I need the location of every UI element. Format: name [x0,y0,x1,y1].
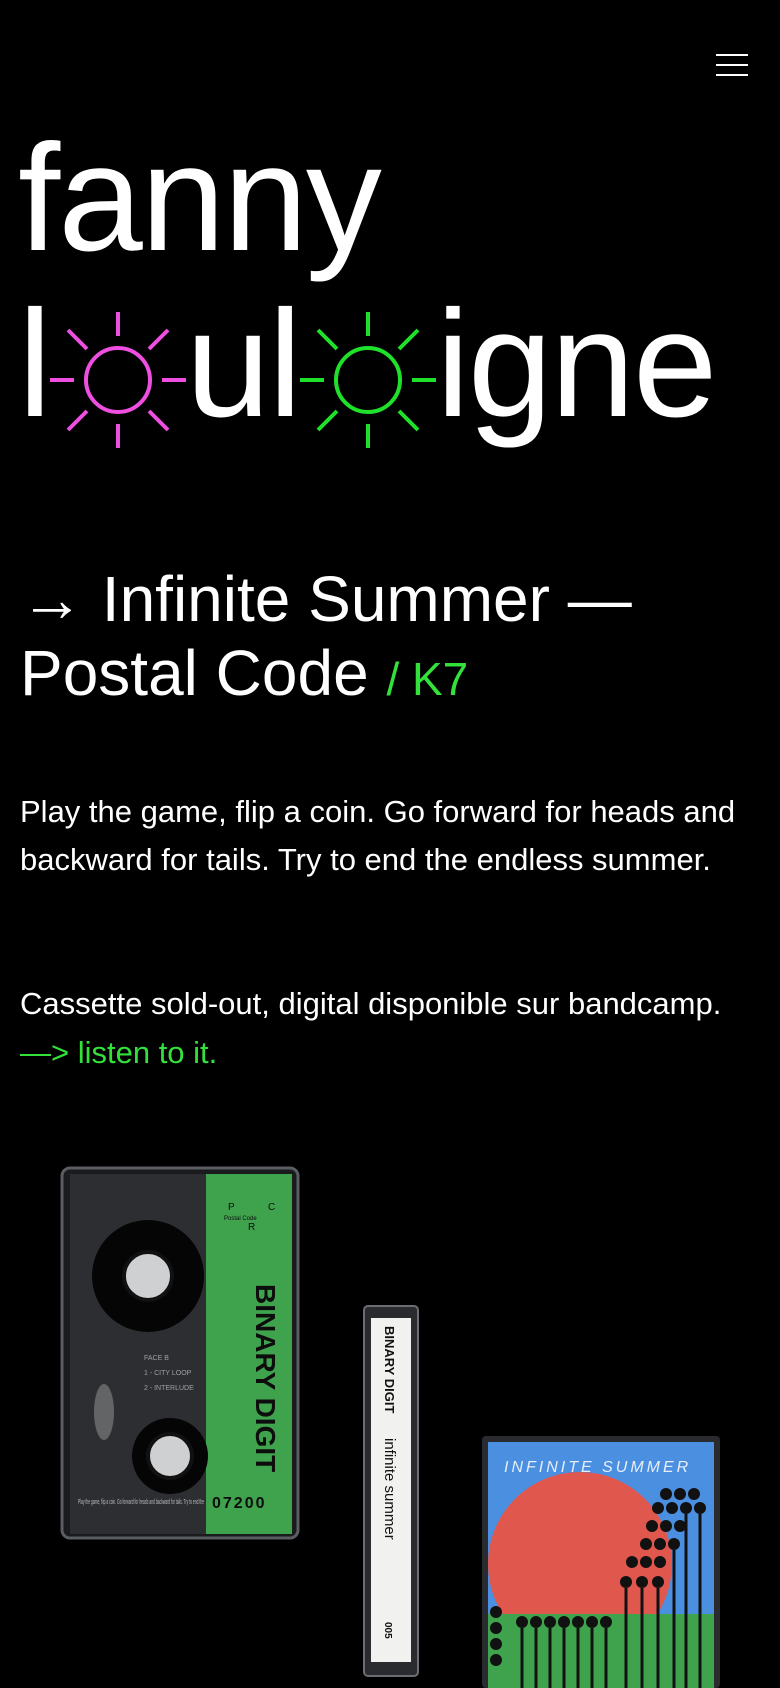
release-format: / K7 [386,653,469,705]
cassette-label-text: Play the game, flip a coin. Go forward f… [78,1499,204,1506]
artist-name-part: l [18,279,52,449]
spine-title: infinite summer [381,1438,398,1540]
release-description: Play the game, flip a coin. Go forward f… [20,794,736,877]
hamburger-menu-icon [716,54,748,56]
sun-icon [300,312,437,448]
cassette-logo-letter: R [248,1222,255,1233]
spine-artist: BINARY DIGIT [382,1326,397,1413]
hamburger-menu-icon [716,74,748,76]
cassette-tape-image: FACE B 1 - CITY LOOP 2 - INTERLUDE Play … [60,1166,300,1540]
spine-code: 005 [382,1622,393,1639]
artist-name-part: igne [436,279,717,449]
menu-button[interactable] [716,54,748,78]
cassette-track: 1 - CITY LOOP [144,1370,192,1377]
cassette-catalog-number: 07200 [212,1495,267,1512]
sun-icon [49,312,186,448]
release-name: → Infinite Summer — Postal Code [20,563,632,709]
jcard-title: INFINITE SUMMER [504,1459,691,1476]
cassette-label-title: BINARY DIGIT [250,1284,281,1472]
artist-name-part: ul [185,279,302,449]
release-title: → Infinite Summer — Postal Code / K7 [20,562,740,716]
artist-name-first: fanny [18,113,382,283]
artist-name-last: l ul igne [18,279,717,449]
availability-text: Cassette sold-out, digital disponible su… [20,986,722,1021]
cassette-track: 2 - INTERLUDE [144,1385,194,1392]
cassette-jcard-image: INFINITE SUMMER [482,1436,720,1688]
cassette-logo-text: Postal Code [224,1216,257,1222]
cassette-logo-letter: P [228,1202,235,1213]
cassette-logo-letter: C [268,1202,275,1213]
hamburger-menu-icon [716,64,748,66]
cassette-spine-image: BINARY DIGIT infinite summer 005 [363,1305,419,1677]
listen-link[interactable]: —> listen to it. [20,1029,217,1077]
cassette-face: FACE B [144,1355,169,1362]
